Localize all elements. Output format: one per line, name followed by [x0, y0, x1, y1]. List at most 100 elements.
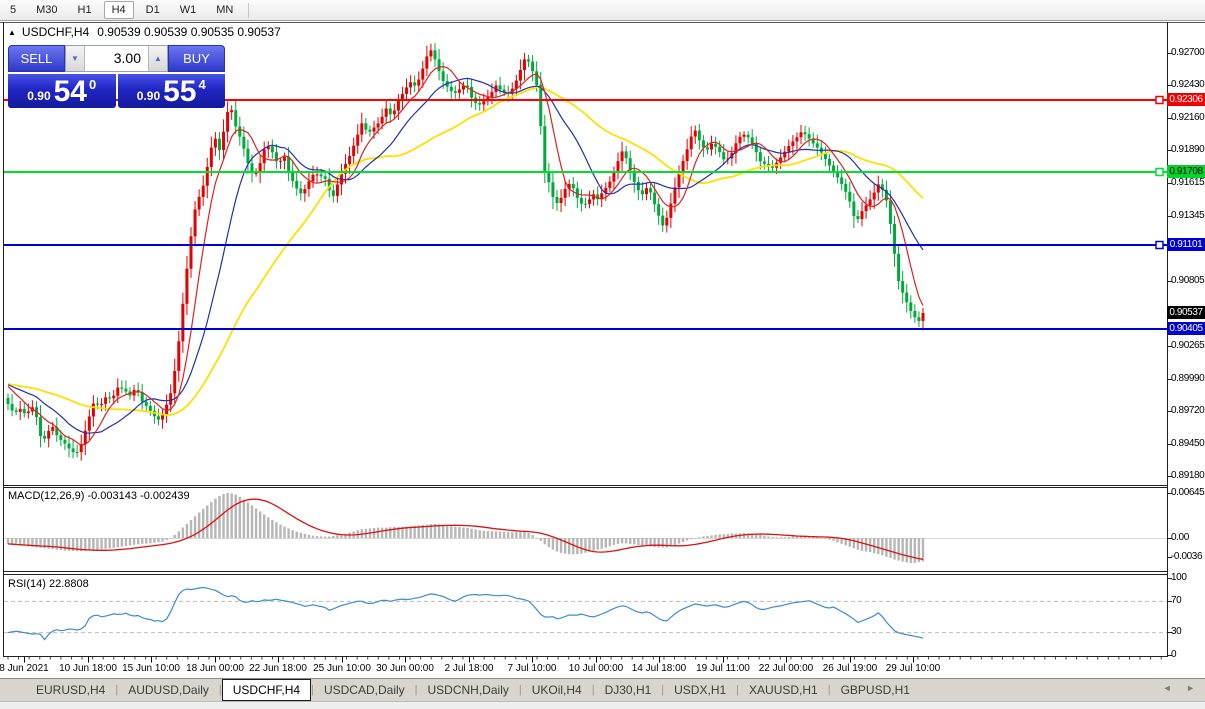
collapse-arrow-icon[interactable]: ▲ — [8, 28, 16, 37]
macd-histogram-bar — [259, 511, 261, 538]
macd-histogram-bar — [556, 538, 558, 552]
macd-histogram-bar — [466, 528, 468, 538]
macd-histogram-bar — [755, 534, 757, 538]
timeframe-button-mn[interactable]: MN — [208, 1, 241, 19]
tab-gbpusd-h1[interactable]: GBPUSD,H1 — [831, 680, 920, 700]
macd-histogram-bar — [267, 517, 269, 538]
tab-usdchf-h4[interactable]: USDCHF,H4 — [222, 679, 311, 701]
candle-body — [177, 341, 180, 371]
volume-increase-icon[interactable]: ▲ — [148, 46, 167, 71]
buy-price-box[interactable]: 0.90 55 4 — [118, 74, 226, 108]
hline-handle[interactable] — [1156, 97, 1163, 104]
candle-body — [787, 146, 790, 152]
tab-scroll-right-icon[interactable]: ► — [1186, 683, 1195, 693]
candle-body — [556, 197, 559, 203]
macd-histogram-bar — [706, 536, 708, 538]
macd-histogram-bar — [169, 538, 171, 539]
candle-body — [913, 311, 916, 317]
macd-histogram-bar — [523, 532, 525, 538]
candle-body — [96, 403, 99, 404]
macd-histogram-bar — [710, 535, 712, 538]
timeframe-toolbar: 5M30 H1H4D1W1MN — [0, 0, 1205, 21]
sell-button[interactable]: SELL — [8, 45, 65, 72]
sell-price-box[interactable]: 0.90 54 0 — [8, 74, 116, 108]
candle-body — [641, 190, 644, 194]
tab-usdcad-daily[interactable]: USDCAD,Daily — [314, 680, 415, 700]
time-axis-label: 8 Jun 2021 — [0, 663, 49, 674]
macd-axis-tick: 0.00 — [1171, 532, 1205, 543]
candle-body — [263, 149, 266, 163]
macd-histogram-bar — [145, 538, 147, 544]
timeframe-button-d1[interactable]: D1 — [138, 1, 168, 19]
macd-histogram-bar — [861, 538, 863, 551]
candle-body — [649, 188, 652, 192]
tab-usdx-h1[interactable]: USDX,H1 — [664, 680, 736, 700]
hline-handle[interactable] — [1156, 242, 1163, 249]
hline-handle[interactable] — [1156, 169, 1163, 176]
horizontal-line-objects[interactable] — [4, 97, 1167, 330]
macd-histogram-bar — [11, 538, 13, 544]
candle-body — [637, 182, 640, 190]
candle-body — [185, 269, 188, 304]
macd-histogram-bar — [792, 537, 794, 538]
macd-histogram-bar — [377, 528, 379, 538]
candle-body — [804, 132, 807, 134]
price-axis-tick: 0.92160 — [1171, 112, 1205, 123]
time-axis-label: 26 Jul 19:00 — [823, 663, 878, 674]
macd-histogram-bar — [137, 538, 139, 544]
candle-body — [181, 304, 184, 341]
candle-body — [234, 110, 237, 126]
macd-histogram-bar — [206, 505, 208, 538]
candle-body — [413, 82, 416, 85]
candle-body — [816, 143, 819, 147]
buy-button[interactable]: BUY — [168, 45, 225, 72]
macd-histogram-bar — [442, 525, 444, 538]
tab-usdcnh-daily[interactable]: USDCNH,Daily — [418, 680, 519, 700]
macd-histogram-bar — [548, 538, 550, 547]
candle-body — [242, 137, 245, 149]
macd-histogram-bar — [645, 538, 647, 546]
macd-histogram-bar — [592, 538, 594, 551]
tab-eurusd-h4[interactable]: EURUSD,H4 — [26, 680, 115, 700]
macd-histogram-bar — [202, 509, 204, 538]
timeframe-button-5[interactable]: 5 — [2, 1, 24, 19]
candle-body — [897, 254, 900, 281]
tab-scroll-left-icon[interactable]: ◄ — [1163, 683, 1172, 693]
candle-body — [332, 190, 335, 196]
macd-histogram-bar — [104, 538, 106, 549]
candle-body — [348, 156, 351, 164]
candle-body — [324, 176, 327, 178]
volume-decrease-icon[interactable]: ▼ — [66, 46, 85, 71]
macd-histogram-bar — [910, 538, 912, 563]
tab-xauusd-h1[interactable]: XAUUSD,H1 — [739, 680, 828, 700]
macd-histogram-bar — [487, 531, 489, 538]
timeframe-button-h4[interactable]: H4 — [104, 1, 134, 19]
macd-histogram-bar — [214, 499, 216, 538]
macd-histogram-bar — [820, 538, 822, 539]
candle-body — [490, 92, 493, 97]
timeframe-button-m30[interactable]: M30 — [28, 1, 65, 19]
macd-histogram-bar — [251, 505, 253, 538]
macd-histogram-bar — [446, 526, 448, 538]
macd-histogram-bar — [698, 537, 700, 538]
timeframe-button-w1[interactable]: W1 — [172, 1, 205, 19]
macd-histogram-bar — [210, 502, 212, 538]
tab-ukoil-h4[interactable]: UKOil,H4 — [522, 680, 592, 700]
macd-histogram-bar — [304, 534, 306, 538]
candle-body — [519, 70, 522, 81]
candle-body — [856, 216, 859, 219]
macd-histogram-bar — [47, 538, 49, 549]
candle-body — [531, 61, 534, 71]
volume-input[interactable]: 3.00 — [85, 46, 148, 71]
timeframe-button-h1[interactable]: H1 — [70, 1, 100, 19]
macd-histogram-bar — [7, 538, 9, 544]
candle-body — [312, 175, 315, 182]
tab-audusd-daily[interactable]: AUDUSD,Daily — [118, 680, 219, 700]
macd-signal-line — [8, 499, 923, 559]
candle-body — [88, 417, 91, 431]
candle-body — [612, 173, 615, 182]
macd-histogram-bar — [320, 536, 322, 538]
tab-dj30-h1[interactable]: DJ30,H1 — [595, 680, 662, 700]
candle-body — [539, 85, 542, 126]
candle-body — [307, 181, 310, 189]
